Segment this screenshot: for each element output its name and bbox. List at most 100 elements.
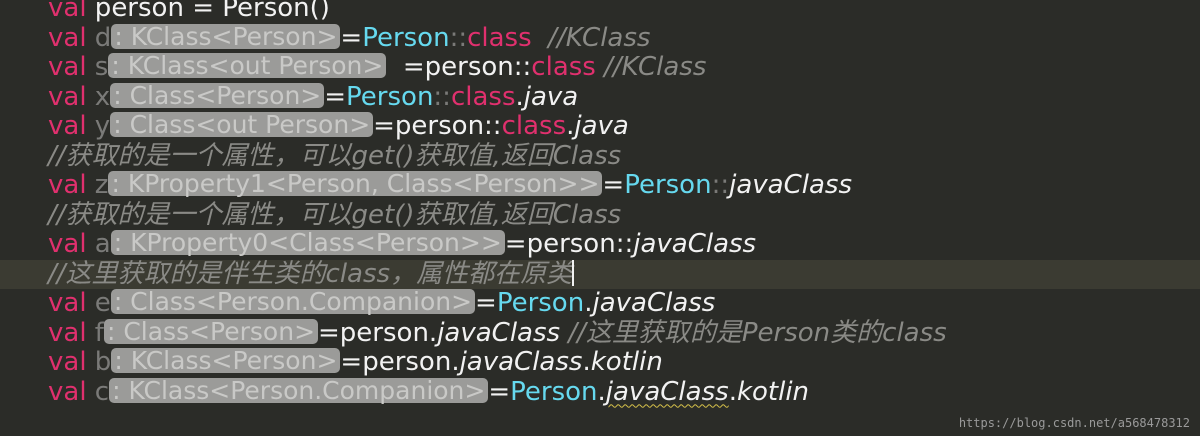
code-line[interactable]: val y: Class<out Person> =person::class.j…: [0, 111, 1200, 142]
code-line[interactable]: val d: KClass<Person> =Person::class //KC…: [0, 22, 1200, 54]
identifier-token: ::: [449, 22, 468, 53]
code-line[interactable]: val a: KProperty0<Class<Person>> =person:…: [0, 229, 1200, 260]
member-token: java: [574, 111, 629, 141]
type-hint-badge: : KProperty1<Person, Class<Person>>: [108, 171, 603, 196]
code-token: =person.: [318, 317, 438, 348]
type-token: Person: [346, 81, 434, 112]
code-line[interactable]: val x: Class<Person> =Person::class.java: [0, 81, 1200, 113]
code-line-content[interactable]: val y: Class<out Person> =person::class.j…: [48, 111, 629, 142]
member-token: kotlin: [736, 376, 810, 407]
type-hint-badge: : KClass<out Person>: [108, 53, 387, 78]
keyword-token: val: [48, 22, 87, 53]
code-line-content[interactable]: val f: Class<Person> =person.javaClass //…: [48, 317, 947, 349]
code-line-content[interactable]: val b: KClass<Person> =person.javaClass.k…: [48, 347, 663, 378]
code-line-content[interactable]: val a: KProperty0<Class<Person>> =person:…: [48, 229, 757, 260]
keyword-token: class: [450, 81, 516, 112]
watermark-text: https://blog.csdn.net/a568478312: [958, 416, 1190, 430]
keyword-token: val: [48, 347, 87, 377]
member-token: javaClass: [633, 229, 757, 259]
code-line-content[interactable]: //获取的是一个属性，可以get()获取值,返回Class: [48, 140, 622, 172]
type-hint-badge: : Class<Person.Companion>: [110, 289, 476, 314]
code-line[interactable]: val c: KClass<Person.Companion> =Person.j…: [0, 376, 1200, 408]
keyword-token: val: [48, 317, 87, 348]
code-editor[interactable]: val person = Person() val d: KClass<Perso…: [0, 0, 1200, 436]
comment-token: //获取的是一个属性，可以get()获取值,返回Class: [48, 199, 622, 230]
identifier-token: a: [86, 229, 111, 259]
identifier-token: e: [86, 288, 111, 318]
code-line-content[interactable]: //获取的是一个属性，可以get()获取值,返回Class: [48, 199, 622, 231]
identifier-token: ::: [433, 81, 451, 112]
type-token: Person: [496, 288, 585, 318]
member-token: kotlin: [590, 347, 663, 377]
type-token: Person: [510, 376, 598, 407]
member-token: javaClass: [729, 170, 852, 200]
text-caret: [572, 259, 575, 286]
code-token: .: [515, 81, 524, 112]
comment-token: //这里获取的是Person类的class: [560, 317, 947, 348]
code-line-content[interactable]: val c: KClass<Person.Companion> =Person.j…: [48, 376, 810, 408]
keyword-token: class: [531, 52, 596, 82]
code-line-content[interactable]: val e: Class<Person.Companion> =Person.ja…: [48, 288, 716, 319]
identifier-token: y: [86, 111, 111, 141]
member-token: java: [523, 81, 579, 112]
code-line[interactable]: val person = Person(): [0, 0, 1200, 24]
keyword-token: val: [48, 52, 87, 82]
keyword-token: val: [48, 111, 87, 141]
code-token: .: [597, 376, 606, 407]
type-token: Person: [362, 22, 450, 53]
keyword-token: val: [48, 376, 87, 407]
member-token: javaClass: [437, 317, 561, 348]
type-hint-badge: : Class<Person>: [110, 82, 325, 108]
code-token: =: [340, 22, 363, 53]
code-line[interactable]: //这里获取的是伴生类的class，属性都在原类: [0, 259, 1200, 290]
code-token: =person.: [340, 347, 460, 377]
code-token: person =: [86, 0, 223, 23]
identifier-token: x: [86, 81, 111, 112]
code-line-content[interactable]: val s: KClass<out Person> =person::class…: [48, 52, 706, 83]
comment-token: //KClass: [531, 22, 651, 53]
type-hint-badge: : Class<out Person>: [110, 112, 374, 137]
identifier-token: d: [86, 22, 112, 53]
code-token: =person::: [373, 111, 502, 141]
identifier-token: z: [86, 170, 109, 200]
member-token: javaClass: [459, 347, 583, 377]
identifier-token: f: [86, 317, 104, 348]
code-token: =: [602, 170, 625, 200]
type-hint-badge: : KClass<Person>: [111, 348, 341, 373]
keyword-token: class: [501, 111, 567, 141]
keyword-token: class: [467, 22, 532, 53]
code-line[interactable]: //获取的是一个属性，可以get()获取值,返回Class: [0, 140, 1200, 172]
code-line[interactable]: val b: KClass<Person> =person.javaClass.k…: [0, 347, 1200, 378]
comment-token: //获取的是一个属性，可以get()获取值,返回Class: [48, 140, 622, 171]
code-line-content[interactable]: val person = Person(): [48, 0, 330, 24]
code-line[interactable]: //获取的是一个属性，可以get()获取值,返回Class: [0, 199, 1200, 231]
identifier-token: c: [86, 376, 110, 407]
keyword-token: val: [48, 170, 87, 200]
code-line-content[interactable]: //这里获取的是伴生类的class，属性都在原类: [48, 259, 575, 290]
code-token: .: [728, 376, 737, 407]
identifier-token: s: [86, 52, 109, 82]
code-line[interactable]: val z: KProperty1<Person, Class<Person>>…: [0, 170, 1200, 201]
code-token: =person::: [386, 52, 532, 82]
code-token: =: [475, 288, 497, 318]
member-token: javaClass: [592, 288, 716, 318]
identifier-token: b: [86, 347, 112, 377]
code-line-content[interactable]: val z: KProperty1<Person, Class<Person>>…: [48, 170, 852, 201]
keyword-token: val: [48, 0, 87, 23]
code-line[interactable]: val f: Class<Person> =person.javaClass //…: [0, 317, 1200, 349]
identifier-token: ::: [711, 170, 730, 200]
code-token: =: [488, 376, 511, 407]
code-token: =: [324, 81, 347, 112]
code-line[interactable]: val e: Class<Person.Companion> =Person.ja…: [0, 288, 1200, 319]
type-hint-badge: : KProperty0<Class<Person>>: [110, 230, 505, 255]
code-line[interactable]: val s: KClass<out Person> =person::class…: [0, 52, 1200, 83]
type-token: Person: [624, 170, 712, 200]
keyword-token: val: [48, 288, 87, 318]
keyword-token: val: [48, 81, 87, 112]
keyword-token: val: [48, 229, 87, 259]
code-token: .: [582, 347, 591, 377]
code-line-content[interactable]: val x: Class<Person> =Person::class.java: [48, 81, 579, 113]
type-hint-badge: : Class<Person>: [103, 318, 319, 344]
code-line-content[interactable]: val d: KClass<Person> =Person::class //KC…: [48, 22, 651, 54]
code-token: Person(): [222, 0, 330, 23]
